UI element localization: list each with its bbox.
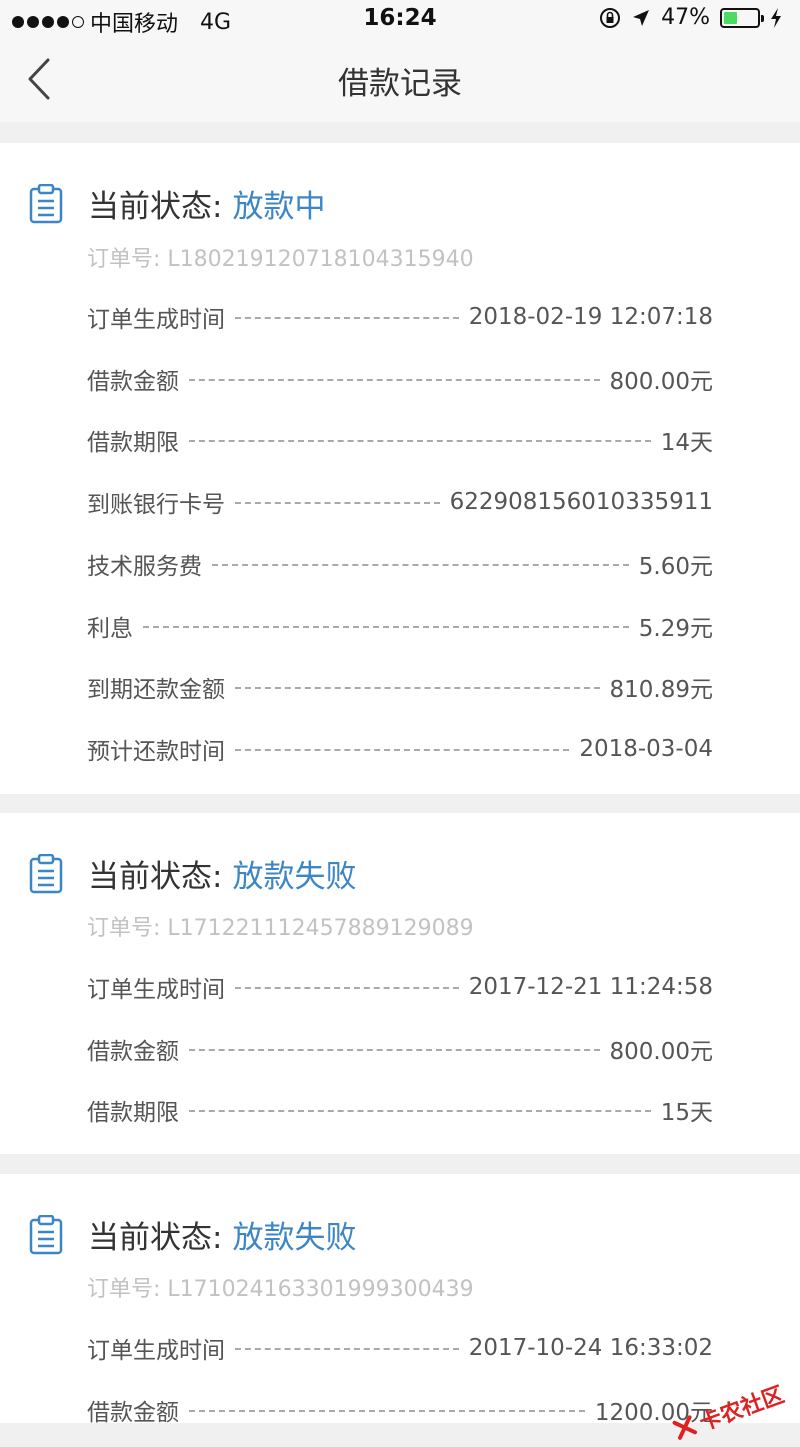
row-label: 到账银行卡号 [87, 492, 225, 518]
detail-row-order-time: 订单生成时间 2017-10-24 16:33:02 [87, 1331, 713, 1365]
row-label: 到期还款金额 [87, 677, 225, 703]
loan-record-card[interactable]: 当前状态: 放款失败 订单号: L17102416330199930043​9 … [0, 1174, 800, 1423]
clipboard-icon [29, 1214, 63, 1254]
battery-fill [724, 11, 737, 24]
row-value: 810.89元 [609, 677, 713, 703]
row-dashes [189, 1049, 600, 1051]
row-dashes [235, 317, 459, 319]
row-value: 5.60元 [638, 554, 713, 580]
card-header: 当前状态: 放款失败 [28, 1212, 356, 1257]
loan-record-card[interactable]: 当前状态: 放款失败 订单号: L17122111245788912908​9 … [0, 813, 800, 1154]
watermark-logo-icon [672, 1415, 698, 1440]
detail-row-repay-date: 预计还款时间 2018-03-04 [87, 732, 713, 766]
row-value: 800.00元 [609, 1039, 713, 1065]
nav-bar: 借款记录 [0, 40, 800, 122]
row-dashes [189, 379, 600, 381]
status-right: 47% [599, 5, 782, 30]
row-value: 15天 [660, 1100, 713, 1126]
row-label: 借款金额 [87, 369, 179, 395]
status-bar: 中国移动 4G 16:24 47% [0, 0, 800, 40]
row-dashes [235, 987, 459, 989]
row-dashes [143, 626, 629, 628]
detail-row-loan-amount: 借款金额 1200.00元 [87, 1393, 713, 1423]
detail-row-repay-amount: 到期还款金额 810.89元 [87, 670, 713, 704]
row-dashes [189, 1410, 585, 1412]
detail-row-order-time: 订单生成时间 2017-12-21 11:24:58 [87, 970, 713, 1004]
row-label: 借款期限 [87, 430, 179, 456]
charging-bolt-icon [771, 7, 781, 28]
order-number: 订单号: L18021912071810431594​0 [87, 247, 474, 272]
row-value: 2018-03-04 [579, 736, 713, 762]
row-label: 预计还款时间 [87, 739, 225, 765]
row-dashes [212, 564, 629, 566]
status-label: 当前状态: [88, 189, 223, 225]
row-value: 2017-10-24 16:33:02 [468, 1335, 713, 1361]
detail-row-bank-card: 到账银行卡号 6229081560103359​11 [87, 485, 713, 519]
row-label: 技术服务费 [87, 554, 202, 580]
row-dashes [189, 440, 651, 442]
row-label: 订单生成时间 [87, 977, 225, 1003]
row-label: 利息 [87, 616, 133, 642]
row-value: 5.29元 [638, 616, 713, 642]
status-value: 放款中 [232, 189, 326, 225]
detail-row-loan-amount: 借款金额 800.00元 [87, 362, 713, 396]
status-label: 当前状态: [88, 859, 223, 895]
loan-record-card[interactable]: 当前状态: 放款中 订单号: L18021912071810431594​0 订… [0, 143, 800, 794]
row-dashes [235, 687, 600, 689]
orientation-lock-icon [600, 7, 621, 28]
row-value: 2018-02-19 12:07:18 [468, 304, 713, 330]
row-dashes [235, 1348, 459, 1350]
row-label: 订单生成时间 [87, 307, 225, 333]
row-value: 2017-12-21 11:24:58 [468, 974, 713, 1000]
row-value: 14天 [660, 430, 713, 456]
status-label: 当前状态: [88, 1220, 223, 1256]
detail-row-loan-term: 借款期限 15天 [87, 1093, 713, 1127]
detail-row-loan-term: 借款期限 14天 [87, 423, 713, 457]
row-dashes [189, 1110, 651, 1112]
battery-icon [720, 7, 764, 28]
status-value: 放款失败 [232, 859, 357, 895]
row-value: 800.00元 [609, 369, 713, 395]
detail-row-order-time: 订单生成时间 2018-02-19 12:07:18 [87, 300, 713, 334]
detail-row-interest: 利息 5.29元 [87, 609, 713, 643]
row-dashes [235, 502, 440, 504]
row-label: 借款期限 [87, 1100, 179, 1126]
row-dashes [235, 749, 570, 751]
status-value: 放款失败 [232, 1220, 357, 1256]
page-title: 借款记录 [338, 66, 462, 102]
location-arrow-icon [633, 9, 650, 26]
row-label: 订单生成时间 [87, 1338, 225, 1364]
row-label: 借款金额 [87, 1400, 179, 1423]
detail-row-loan-amount: 借款金额 800.00元 [87, 1032, 713, 1066]
row-value: 6229081560103359​11 [449, 489, 713, 515]
detail-row-service-fee: 技术服务费 5.60元 [87, 547, 713, 581]
clipboard-icon [29, 853, 63, 893]
row-label: 借款金额 [87, 1039, 179, 1065]
card-header: 当前状态: 放款失败 [28, 851, 356, 896]
clipboard-icon [29, 183, 63, 223]
order-number: 订单号: L17102416330199930043​9 [87, 1277, 474, 1302]
order-number: 订单号: L17122111245788912908​9 [87, 916, 474, 941]
card-header: 当前状态: 放款中 [28, 181, 325, 226]
battery-percent: 47% [661, 5, 710, 30]
